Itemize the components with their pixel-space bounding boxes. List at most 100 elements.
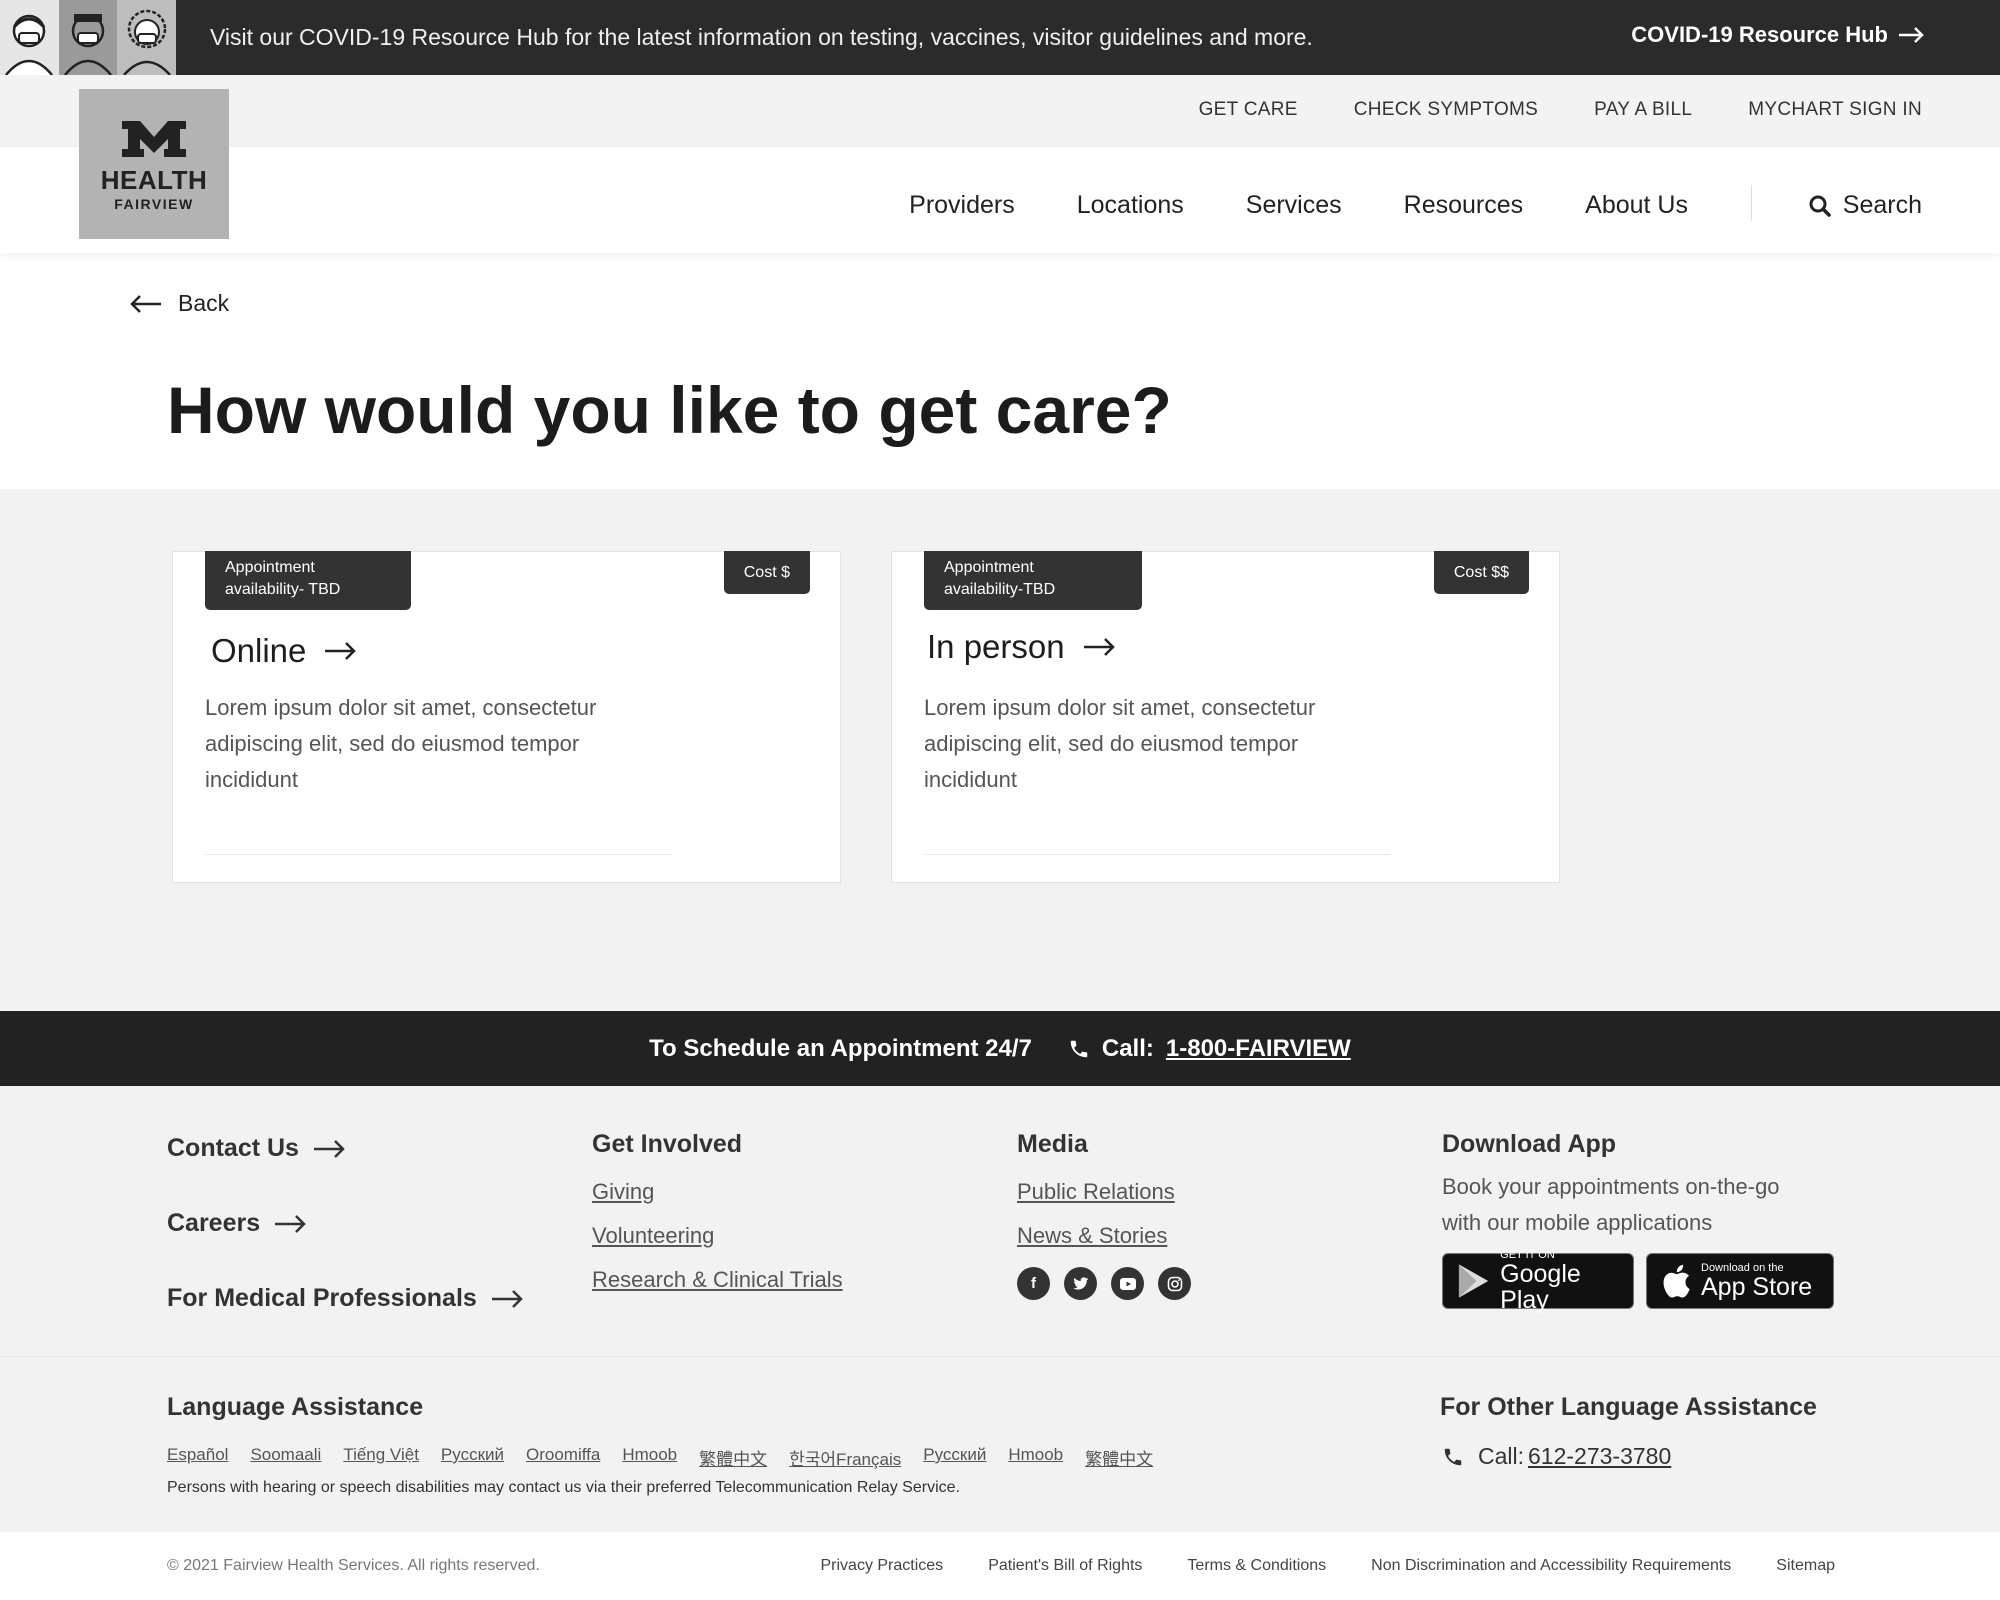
arrow-right-icon	[491, 1289, 523, 1308]
card-title: In person	[927, 628, 1065, 665]
schedule-call: Call: 1-800-FAIRVIEW	[1068, 1035, 1351, 1063]
facebook-icon[interactable]: f	[1017, 1267, 1050, 1300]
availability-line2: availability-TBD	[944, 581, 1056, 598]
util-nav-check-symptoms[interactable]: CHECK SYMPTOMS	[1354, 99, 1538, 121]
social-links: f	[1017, 1267, 1191, 1300]
search-label: Search	[1842, 191, 1922, 219]
careers-label: Careers	[167, 1209, 261, 1237]
legal-links: Privacy Practices Patient's Bill of Righ…	[820, 1557, 1835, 1575]
language-assistance-heading: Language Assistance	[167, 1393, 424, 1421]
google-play-big: Google Play	[1500, 1260, 1581, 1314]
language-link[interactable]: Soomaali	[250, 1445, 321, 1470]
language-link[interactable]: Español	[167, 1445, 228, 1470]
footer-primary-links: Contact Us Careers For Medical Professio…	[167, 1130, 523, 1355]
app-store-text: Download on the App Store	[1701, 1262, 1812, 1300]
masked-person-icon	[0, 0, 59, 75]
phone-icon	[1444, 1448, 1462, 1465]
other-language-heading: For Other Language Assistance	[1440, 1393, 1817, 1421]
research-clinical-trials-link[interactable]: Research & Clinical Trials	[592, 1267, 843, 1293]
back-label: Back	[178, 290, 230, 316]
privacy-practices-link[interactable]: Privacy Practices	[820, 1557, 943, 1575]
phone-icon	[1070, 1040, 1088, 1057]
get-involved-heading: Get Involved	[592, 1130, 743, 1158]
non-discrimination-link[interactable]: Non Discrimination and Accessibility Req…	[1371, 1557, 1731, 1575]
download-app-heading: Download App	[1442, 1130, 1617, 1158]
medical-professionals-link[interactable]: For Medical Professionals	[167, 1280, 523, 1317]
nav-services[interactable]: Services	[1246, 191, 1342, 220]
youtube-icon[interactable]	[1111, 1267, 1144, 1300]
public-relations-link[interactable]: Public Relations	[1017, 1179, 1191, 1205]
download-app-column: Download App Book your appointments on-t…	[1442, 1130, 1834, 1313]
news-stories-link[interactable]: News & Stories	[1017, 1223, 1191, 1249]
relay-service-note: Persons with hearing or speech disabilit…	[167, 1479, 960, 1496]
sitemap-link[interactable]: Sitemap	[1776, 1557, 1835, 1575]
volunteering-link[interactable]: Volunteering	[592, 1223, 843, 1249]
language-links: Español Soomaali Tiếng Việt Русский Oroo…	[167, 1445, 1153, 1470]
app-store-big: App Store	[1701, 1273, 1813, 1301]
download-app-text: Book your appointments on-the-go with ou…	[1442, 1174, 1780, 1235]
card-description: Lorem ipsum dolor sit amet, consectetur …	[924, 695, 1316, 792]
masked-person-icon	[58, 0, 118, 75]
util-nav-mychart-sign-in[interactable]: MYCHART SIGN IN	[1748, 99, 1922, 121]
nav-providers[interactable]: Providers	[909, 191, 1015, 220]
logo-health-text: HEALTH	[100, 164, 208, 195]
card-divider	[205, 854, 671, 855]
language-link[interactable]: Hmoob	[1008, 1445, 1063, 1470]
back-link[interactable]: Back	[130, 290, 229, 317]
nav-locations[interactable]: Locations	[1077, 191, 1184, 220]
language-link[interactable]: Русский	[441, 1445, 504, 1470]
masked-person-icon	[117, 0, 177, 75]
language-link[interactable]: 繁體中文	[699, 1445, 767, 1470]
copyright: © 2021 Fairview Health Services. All rig…	[167, 1557, 540, 1574]
util-nav-pay-a-bill[interactable]: PAY A BILL	[1594, 99, 1692, 121]
schedule-appointment-bar: To Schedule an Appointment 24/7 Call: 1-…	[0, 1011, 2000, 1086]
instagram-icon[interactable]	[1158, 1267, 1191, 1300]
search-button[interactable]: Search	[1809, 191, 1922, 220]
nav-divider	[1751, 185, 1752, 221]
call-prefix: Call:	[1101, 1034, 1154, 1062]
care-option-card-online[interactable]: Appointment availability- TBD Cost $ Onl…	[172, 551, 841, 883]
schedule-label: To Schedule an Appointment 24/7	[649, 1034, 1032, 1062]
card-title-link[interactable]: In person	[927, 628, 1115, 666]
language-link[interactable]: Tiếng Việt	[343, 1445, 419, 1470]
other-call-prefix: Call:	[1478, 1443, 1525, 1469]
medical-professionals-label: For Medical Professionals	[167, 1284, 477, 1312]
language-link[interactable]: 繁體中文	[1085, 1445, 1153, 1470]
arrow-right-icon	[1899, 27, 1924, 43]
language-link[interactable]: Русский	[923, 1445, 986, 1470]
utility-bar: GET CARE CHECK SYMPTOMS PAY A BILL MYCHA…	[0, 75, 2000, 147]
twitter-icon[interactable]	[1064, 1267, 1097, 1300]
card-title-link[interactable]: Online	[211, 632, 357, 670]
cost-badge: Cost $$	[1433, 551, 1529, 594]
util-nav-get-care[interactable]: GET CARE	[1199, 99, 1298, 121]
arrow-right-icon	[325, 642, 357, 660]
main-nav: Providers Locations Services Resources A…	[909, 191, 1688, 220]
main-header: Providers Locations Services Resources A…	[0, 147, 2000, 253]
language-link[interactable]: Oroomiffa	[526, 1445, 600, 1470]
availability-line1: Appointment	[944, 559, 1034, 576]
schedule-phone-link[interactable]: 1-800-FAIRVIEW	[1166, 1035, 1351, 1063]
availability-badge: Appointment availability- TBD	[205, 551, 411, 610]
health-fairview-logo[interactable]: HEALTH FAIRVIEW	[79, 89, 229, 239]
nav-resources[interactable]: Resources	[1404, 191, 1524, 220]
covid-faces-illustration	[0, 0, 177, 75]
terms-conditions-link[interactable]: Terms & Conditions	[1187, 1557, 1326, 1575]
contact-us-link[interactable]: Contact Us	[167, 1130, 523, 1167]
covid-resource-hub-link[interactable]: COVID-19 Resource Hub	[1631, 22, 1924, 48]
app-store-button[interactable]: Download on the App Store	[1646, 1253, 1834, 1309]
giving-link[interactable]: Giving	[592, 1179, 843, 1205]
google-play-button[interactable]: GET IT ON Google Play	[1442, 1249, 1634, 1313]
arrow-right-icon	[313, 1139, 345, 1158]
nav-about-us[interactable]: About Us	[1585, 191, 1688, 220]
covid-banner: Visit our COVID-19 Resource Hub for the …	[0, 0, 2000, 75]
apple-icon	[1663, 1264, 1690, 1298]
other-language-phone-link[interactable]: 612-273-3780	[1528, 1443, 1671, 1470]
language-link[interactable]: 한국어Français	[789, 1445, 901, 1470]
logo-fairview-text: FAIRVIEW	[114, 195, 194, 212]
careers-link[interactable]: Careers	[167, 1205, 523, 1242]
covid-link-label: COVID-19 Resource Hub	[1631, 22, 1888, 47]
google-play-text: GET IT ON Google Play	[1500, 1249, 1633, 1313]
language-link[interactable]: Hmoob	[622, 1445, 677, 1470]
care-option-card-in-person[interactable]: Appointment availability-TBD Cost $$ In …	[891, 551, 1560, 883]
patients-bill-of-rights-link[interactable]: Patient's Bill of Rights	[988, 1557, 1142, 1575]
